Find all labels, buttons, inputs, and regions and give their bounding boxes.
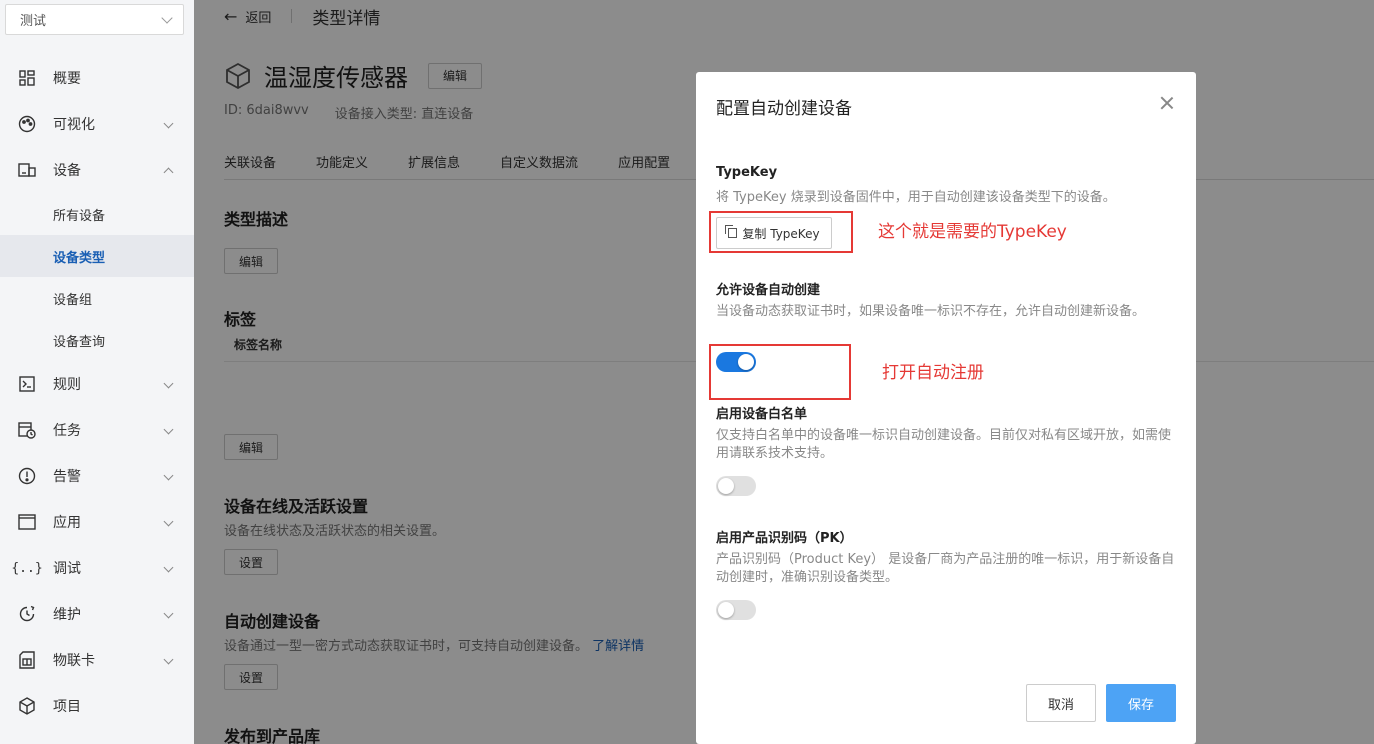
auto-create-desc: 当设备动态获取证书时，如果设备唯一标识不存在，允许自动创建新设备。 <box>716 304 1146 319</box>
sidebar-item-projects[interactable]: 项目 <box>0 683 194 729</box>
pk-desc: 产品识别码（Product Key） 是设备厂商为产品注册的唯一标识，用于新设备… <box>716 552 1175 585</box>
sidebar-item-sim-cards[interactable]: 物联卡 <box>0 637 194 683</box>
sidebar-item-label: 调试 <box>53 561 81 577</box>
modal-title: 配置自动创建设备 <box>716 99 852 119</box>
code-braces-icon: {..} <box>11 560 43 576</box>
sidebar-item-apps[interactable]: 应用 <box>0 499 194 545</box>
close-icon[interactable] <box>1160 96 1174 110</box>
app-window-icon <box>18 513 36 531</box>
sidebar-item-label: 可视化 <box>53 117 95 133</box>
toggle-knob <box>718 602 734 618</box>
sidebar-item-label: 概要 <box>53 71 81 87</box>
alert-icon <box>18 467 36 485</box>
chevron-down-icon <box>163 516 174 527</box>
chevron-up-icon <box>163 167 174 178</box>
sidebar-item-tasks[interactable]: 任务 <box>0 407 194 453</box>
sidebar-item-alerts[interactable]: 告警 <box>0 453 194 499</box>
sidebar-item-label: 应用 <box>53 515 81 531</box>
chevron-down-icon <box>163 424 174 435</box>
sidebar-item-label: 规则 <box>53 377 81 393</box>
chevron-down-icon <box>163 378 174 389</box>
chevron-down-icon <box>161 11 173 24</box>
chevron-down-icon <box>163 118 174 129</box>
sidebar: 测试 概要 可视化 设备 所有设备 设备类型 设备组 设备查询 规则 任务 告警… <box>0 0 194 744</box>
sidebar-item-label: 物联卡 <box>53 653 95 669</box>
devices-icon <box>18 161 36 179</box>
annotation-box-auto-register <box>709 344 851 400</box>
sidebar-item-visualization[interactable]: 可视化 <box>0 101 194 147</box>
annotation-box-typekey <box>709 211 853 253</box>
sidebar-sub-all-devices[interactable]: 所有设备 <box>0 193 194 235</box>
sidebar-item-debug[interactable]: {..} 调试 <box>0 545 194 591</box>
annotation-text-auto-register: 打开自动注册 <box>882 363 984 383</box>
annotation-text-typekey: 这个就是需要的TypeKey <box>878 222 1067 242</box>
cube-icon <box>18 697 36 715</box>
chevron-down-icon <box>163 470 174 481</box>
typekey-label: TypeKey <box>716 165 778 180</box>
cancel-button[interactable]: 取消 <box>1026 684 1096 722</box>
typekey-desc: 将 TypeKey 烧录到设备固件中，用于自动创建该设备类型下的设备。 <box>716 190 1116 205</box>
sim-card-icon <box>18 651 36 669</box>
pk-label: 启用产品识别码（PK） <box>716 531 853 546</box>
sidebar-item-label: 任务 <box>53 423 81 439</box>
save-button[interactable]: 保存 <box>1106 684 1176 722</box>
sidebar-item-rules[interactable]: 规则 <box>0 361 194 407</box>
chevron-down-icon <box>163 608 174 619</box>
chevron-down-icon <box>163 654 174 665</box>
sidebar-item-overview[interactable]: 概要 <box>0 55 194 101</box>
maintenance-icon <box>18 605 36 623</box>
whitelist-desc: 仅支持白名单中的设备唯一标识自动创建设备。目前仅对私有区域开放，如需使用请联系技… <box>716 428 1172 461</box>
project-select[interactable]: 测试 <box>5 4 184 35</box>
toggle-knob <box>718 478 734 494</box>
project-select-value: 测试 <box>20 14 47 29</box>
sidebar-item-maintenance[interactable]: 维护 <box>0 591 194 637</box>
auto-create-label: 允许设备自动创建 <box>716 283 821 298</box>
auto-create-modal: 配置自动创建设备 TypeKey 将 TypeKey 烧录到设备固件中，用于自动… <box>696 72 1196 744</box>
sidebar-item-label: 项目 <box>53 699 81 715</box>
whitelist-toggle[interactable] <box>716 476 756 496</box>
sidebar-item-devices[interactable]: 设备 <box>0 147 194 193</box>
dashboard-icon <box>18 69 36 87</box>
palette-icon <box>18 115 36 133</box>
pk-toggle[interactable] <box>716 600 756 620</box>
sidebar-sub-device-types[interactable]: 设备类型 <box>0 235 194 277</box>
sidebar-sub-device-groups[interactable]: 设备组 <box>0 277 194 319</box>
sidebar-item-label: 设备 <box>53 163 81 179</box>
chevron-down-icon <box>163 562 174 573</box>
task-icon <box>18 421 36 439</box>
sidebar-item-label: 告警 <box>53 469 81 485</box>
whitelist-label: 启用设备白名单 <box>716 407 808 422</box>
sidebar-sub-device-query[interactable]: 设备查询 <box>0 319 194 361</box>
sidebar-nav: 概要 可视化 设备 所有设备 设备类型 设备组 设备查询 规则 任务 告警 应用… <box>0 55 194 729</box>
terminal-icon <box>18 375 36 393</box>
sidebar-item-label: 维护 <box>53 607 81 623</box>
